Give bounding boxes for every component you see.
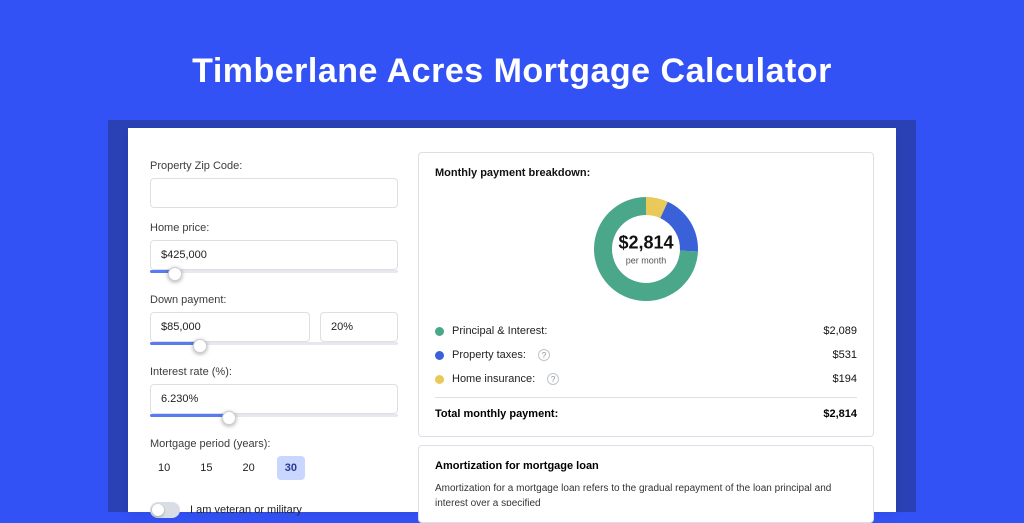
legend-value: $194 [833,373,857,385]
calculator-card: Property Zip Code: Home price: Down paym… [128,128,896,512]
info-icon[interactable]: ? [547,373,559,385]
period-pills: 10 15 20 30 [150,456,398,480]
total-value: $2,814 [823,408,857,420]
inputs-column: Property Zip Code: Home price: Down paym… [150,152,398,512]
legend-value: $531 [833,349,857,361]
legend-row-insurance: Home insurance: ? $194 [435,373,857,385]
veteran-label: I am veteran or military [190,504,302,516]
period-pill-10[interactable]: 10 [150,456,178,480]
info-icon[interactable]: ? [538,349,550,361]
home-price-input[interactable] [150,240,398,270]
down-payment-slider[interactable] [150,340,398,352]
zip-label: Property Zip Code: [150,160,398,172]
period-label: Mortgage period (years): [150,438,398,450]
page-title: Timberlane Acres Mortgage Calculator [0,52,1024,91]
breakdown-panel: Monthly payment breakdown: $2,814 per mo… [418,152,874,437]
donut-center-sub: per month [618,256,673,266]
period-pill-30[interactable]: 30 [277,456,305,480]
legend-row-principal: Principal & Interest: $2,089 [435,325,857,337]
interest-rate-label: Interest rate (%): [150,366,398,378]
veteran-toggle[interactable] [150,502,180,518]
donut-chart: $2,814 per month [582,185,710,313]
down-payment-input[interactable] [150,312,310,342]
home-price-label: Home price: [150,222,398,234]
dot-icon [435,327,444,336]
interest-rate-slider[interactable] [150,412,398,424]
breakdown-title: Monthly payment breakdown: [435,167,857,179]
donut-center-value: $2,814 [618,233,673,254]
dot-icon [435,351,444,360]
divider [435,397,857,398]
results-column: Monthly payment breakdown: $2,814 per mo… [418,152,874,512]
amortization-title: Amortization for mortgage loan [435,460,857,472]
down-payment-label: Down payment: [150,294,398,306]
amortization-panel: Amortization for mortgage loan Amortizat… [418,445,874,523]
total-label: Total monthly payment: [435,408,558,420]
period-pill-15[interactable]: 15 [192,456,220,480]
zip-input[interactable] [150,178,398,208]
amortization-text: Amortization for a mortgage loan refers … [435,482,857,506]
down-payment-pct-input[interactable] [320,312,398,342]
legend: Principal & Interest: $2,089 Property ta… [435,325,857,385]
legend-label: Property taxes: [452,349,526,361]
home-price-slider[interactable] [150,268,398,280]
legend-row-taxes: Property taxes: ? $531 [435,349,857,361]
period-pill-20[interactable]: 20 [235,456,263,480]
interest-rate-input[interactable] [150,384,398,414]
legend-label: Principal & Interest: [452,325,547,337]
legend-label: Home insurance: [452,373,535,385]
dot-icon [435,375,444,384]
legend-value: $2,089 [823,325,857,337]
